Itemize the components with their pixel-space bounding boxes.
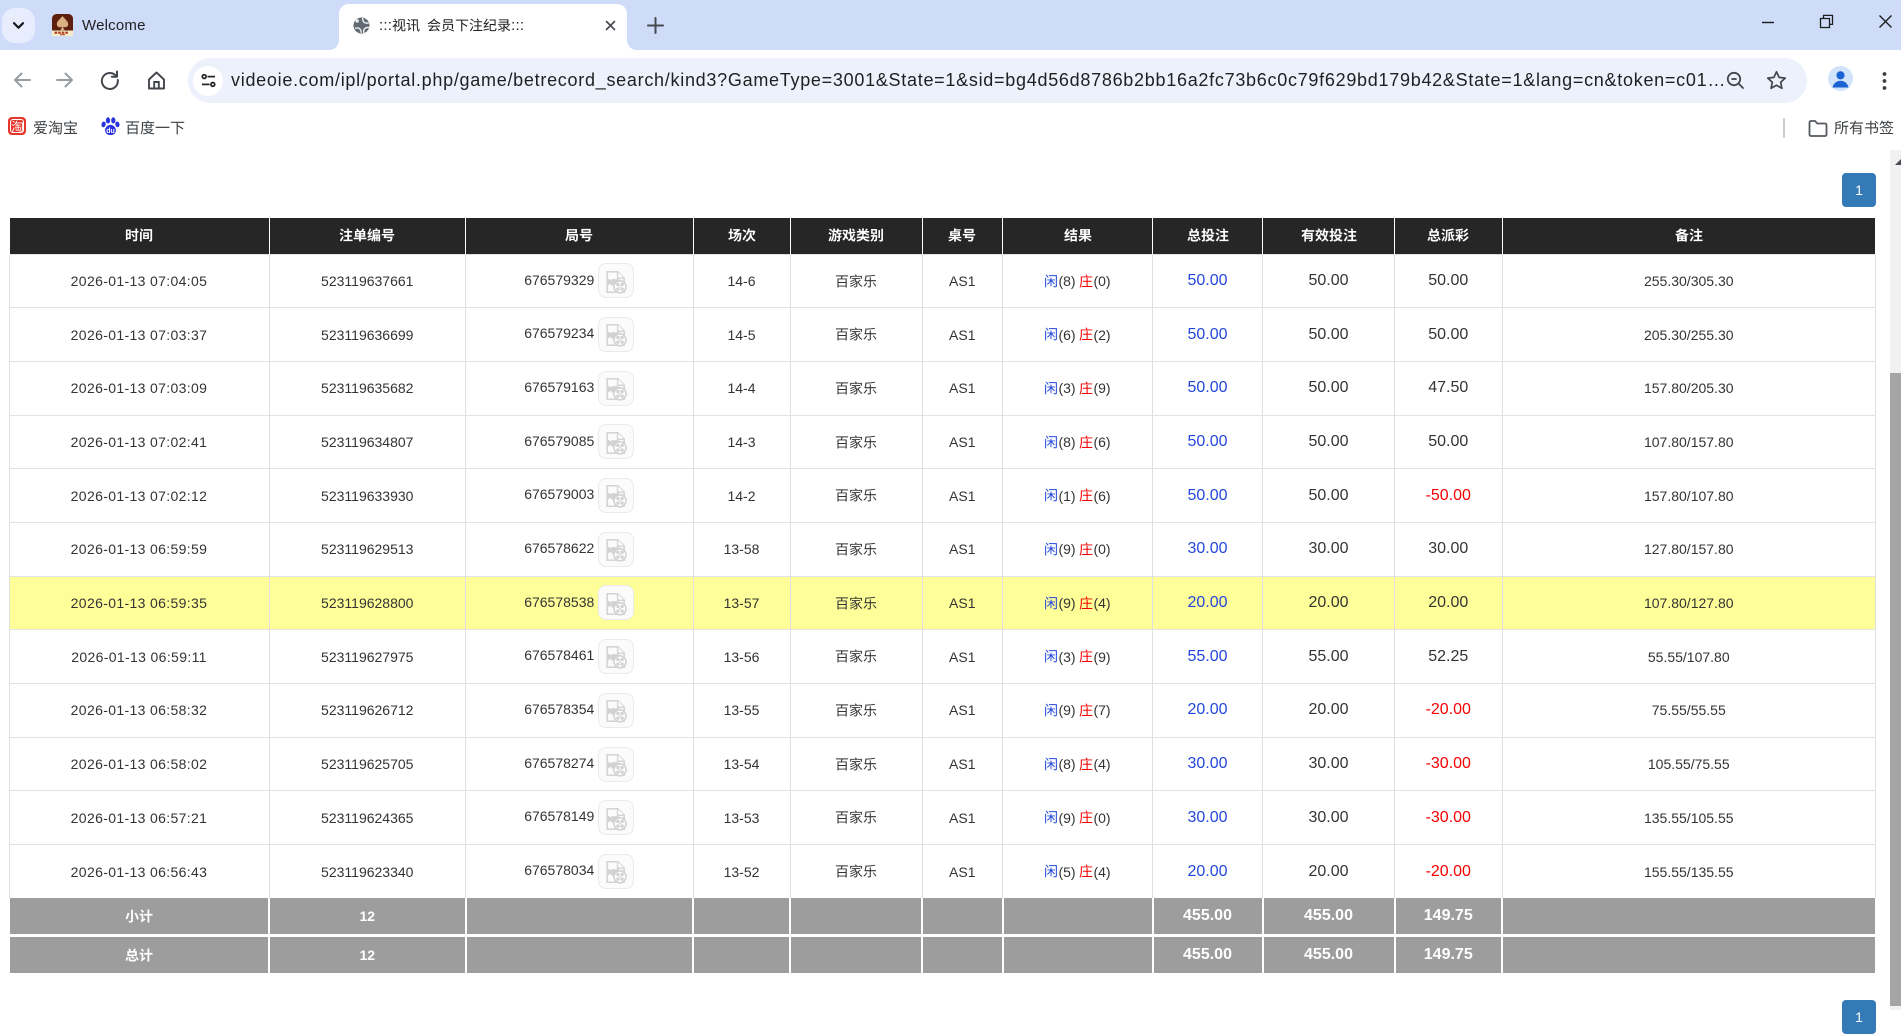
svg-text:du: du [106, 128, 115, 135]
